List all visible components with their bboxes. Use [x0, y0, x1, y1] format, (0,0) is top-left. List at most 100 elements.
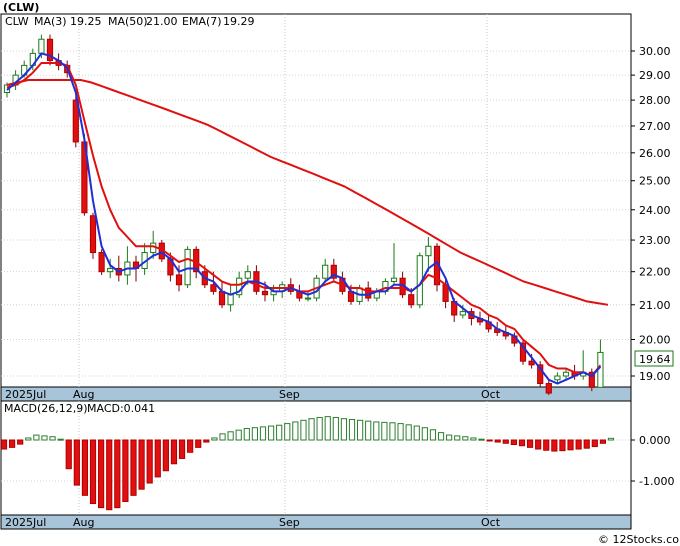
macd-bar-negative — [89, 439, 97, 505]
macd-bar-positive — [607, 437, 615, 441]
candle-up — [38, 38, 45, 54]
macd-bar-positive — [267, 425, 275, 441]
price-x-tick-label: Oct — [481, 388, 501, 401]
macd-bar-positive — [251, 427, 258, 441]
macd-bar-positive — [57, 438, 64, 441]
macd-bar-positive — [219, 433, 226, 441]
macd-bar-negative — [65, 439, 72, 470]
macd-bar-negative — [73, 439, 80, 486]
macd-bar-positive — [284, 423, 291, 441]
macd-bar-positive — [25, 437, 32, 441]
stock-chart: 19.00 20.00 21.00 22.00 23.00 24.00 25.00 26.00… — [0, 0, 680, 546]
macd-x-tick-label: Oct — [481, 516, 501, 529]
macd-bar-positive — [365, 420, 372, 441]
price-tick-label: 23.00 — [639, 234, 671, 247]
macd-bar-positive — [49, 436, 56, 441]
price-axis-band — [0, 386, 632, 402]
macd-bar-positive — [397, 423, 404, 441]
price-x-tick-label: Aug — [73, 388, 94, 401]
last-price-badge: 19.64 — [634, 350, 674, 367]
macd-bar-positive — [413, 425, 420, 441]
legend-ma3-label: MA(3) — [34, 15, 67, 28]
candle-up — [184, 248, 191, 286]
macd-bar-positive — [446, 434, 453, 441]
macd-bar-negative — [154, 439, 161, 478]
macd-bar-positive — [300, 419, 307, 441]
legend-ticker: CLW — [5, 15, 29, 28]
macd-bar-negative — [203, 439, 210, 443]
macd-bar-positive — [316, 416, 323, 441]
macd-bar-negative — [526, 439, 534, 448]
macd-bar-positive — [259, 426, 267, 441]
macd-bar-positive — [454, 435, 461, 441]
macd-bar-negative — [486, 439, 493, 442]
macd-legend-value: MACD:0.041 — [87, 402, 155, 415]
macd-bar-negative — [187, 439, 194, 453]
price-tick-label: 28.00 — [639, 94, 671, 107]
macd-bar-negative — [17, 439, 24, 445]
macd-bar-positive — [373, 421, 380, 441]
macd-bar-positive — [276, 424, 283, 441]
candle-up — [562, 371, 570, 377]
last-price-badge-text: 19.64 — [639, 353, 671, 366]
macd-bar-positive — [227, 431, 234, 441]
candle-down — [528, 360, 535, 366]
candle-up — [244, 271, 251, 279]
macd-bar-negative — [551, 439, 558, 452]
macd-bar-negative — [146, 439, 153, 484]
watermark: © 12Stocks.com — [598, 533, 680, 546]
macd-bar-positive — [324, 416, 331, 441]
candle-up — [107, 267, 114, 273]
macd-tick-label: 0.000 — [639, 434, 671, 447]
price-x-tick-label: 2025Jul — [5, 388, 46, 401]
macd-bar-positive — [33, 434, 40, 441]
macd-bar-positive — [478, 438, 485, 441]
macd-legend-label: MACD(26,12,9) — [4, 402, 88, 415]
macd-bar-negative — [170, 439, 178, 465]
macd-bar-positive — [243, 428, 250, 441]
candle-down — [175, 274, 183, 286]
macd-bar-positive — [470, 437, 477, 441]
macd-bar-negative — [0, 439, 8, 450]
macd-bar-negative — [8, 439, 16, 448]
macd-axis-band — [0, 514, 632, 530]
macd-bar-positive — [348, 419, 356, 441]
candle-up — [459, 311, 466, 316]
macd-bar-negative — [122, 439, 129, 502]
candle-up — [425, 245, 432, 257]
price-tick-label: 21.00 — [639, 299, 671, 312]
price-tick-label: 26.00 — [639, 147, 671, 160]
candle-down — [545, 383, 552, 394]
macd-bar-negative — [583, 439, 590, 449]
macd-bar-positive — [429, 429, 437, 441]
macd-bar-positive — [437, 432, 445, 441]
macd-bar-positive — [332, 416, 339, 441]
candle-down — [98, 252, 105, 273]
candle-down — [408, 294, 415, 306]
macd-x-tick-label: Sep — [279, 516, 300, 529]
macd-bar-negative — [178, 439, 186, 459]
macd-bar-negative — [567, 439, 574, 451]
macd-bar-positive — [211, 437, 218, 441]
price-tick-label: 27.00 — [639, 120, 671, 133]
candle-down — [210, 284, 217, 292]
price-x-tick-label: Sep — [279, 388, 300, 401]
macd-bar-negative — [114, 439, 121, 509]
candle-up — [390, 277, 398, 282]
candle-up — [304, 297, 312, 300]
macd-bar-negative — [510, 439, 517, 446]
macd-bar-positive — [292, 421, 299, 441]
macd-bar-positive — [308, 418, 315, 441]
candle-down — [218, 290, 226, 306]
macd-bar-negative — [591, 439, 598, 448]
macd-bar-negative — [599, 439, 607, 444]
macd-bar-positive — [405, 424, 412, 441]
macd-bar-negative — [575, 439, 582, 450]
chart-title: (CLW) — [3, 1, 39, 14]
macd-bar-negative — [535, 439, 542, 450]
price-tick-label: 22.00 — [639, 266, 671, 279]
price-tick-label: 25.00 — [639, 175, 671, 188]
price-tick-label: 30.00 — [639, 45, 671, 58]
legend-ema7-label: EMA(7) — [182, 15, 222, 28]
macd-bar-positive — [462, 436, 469, 441]
